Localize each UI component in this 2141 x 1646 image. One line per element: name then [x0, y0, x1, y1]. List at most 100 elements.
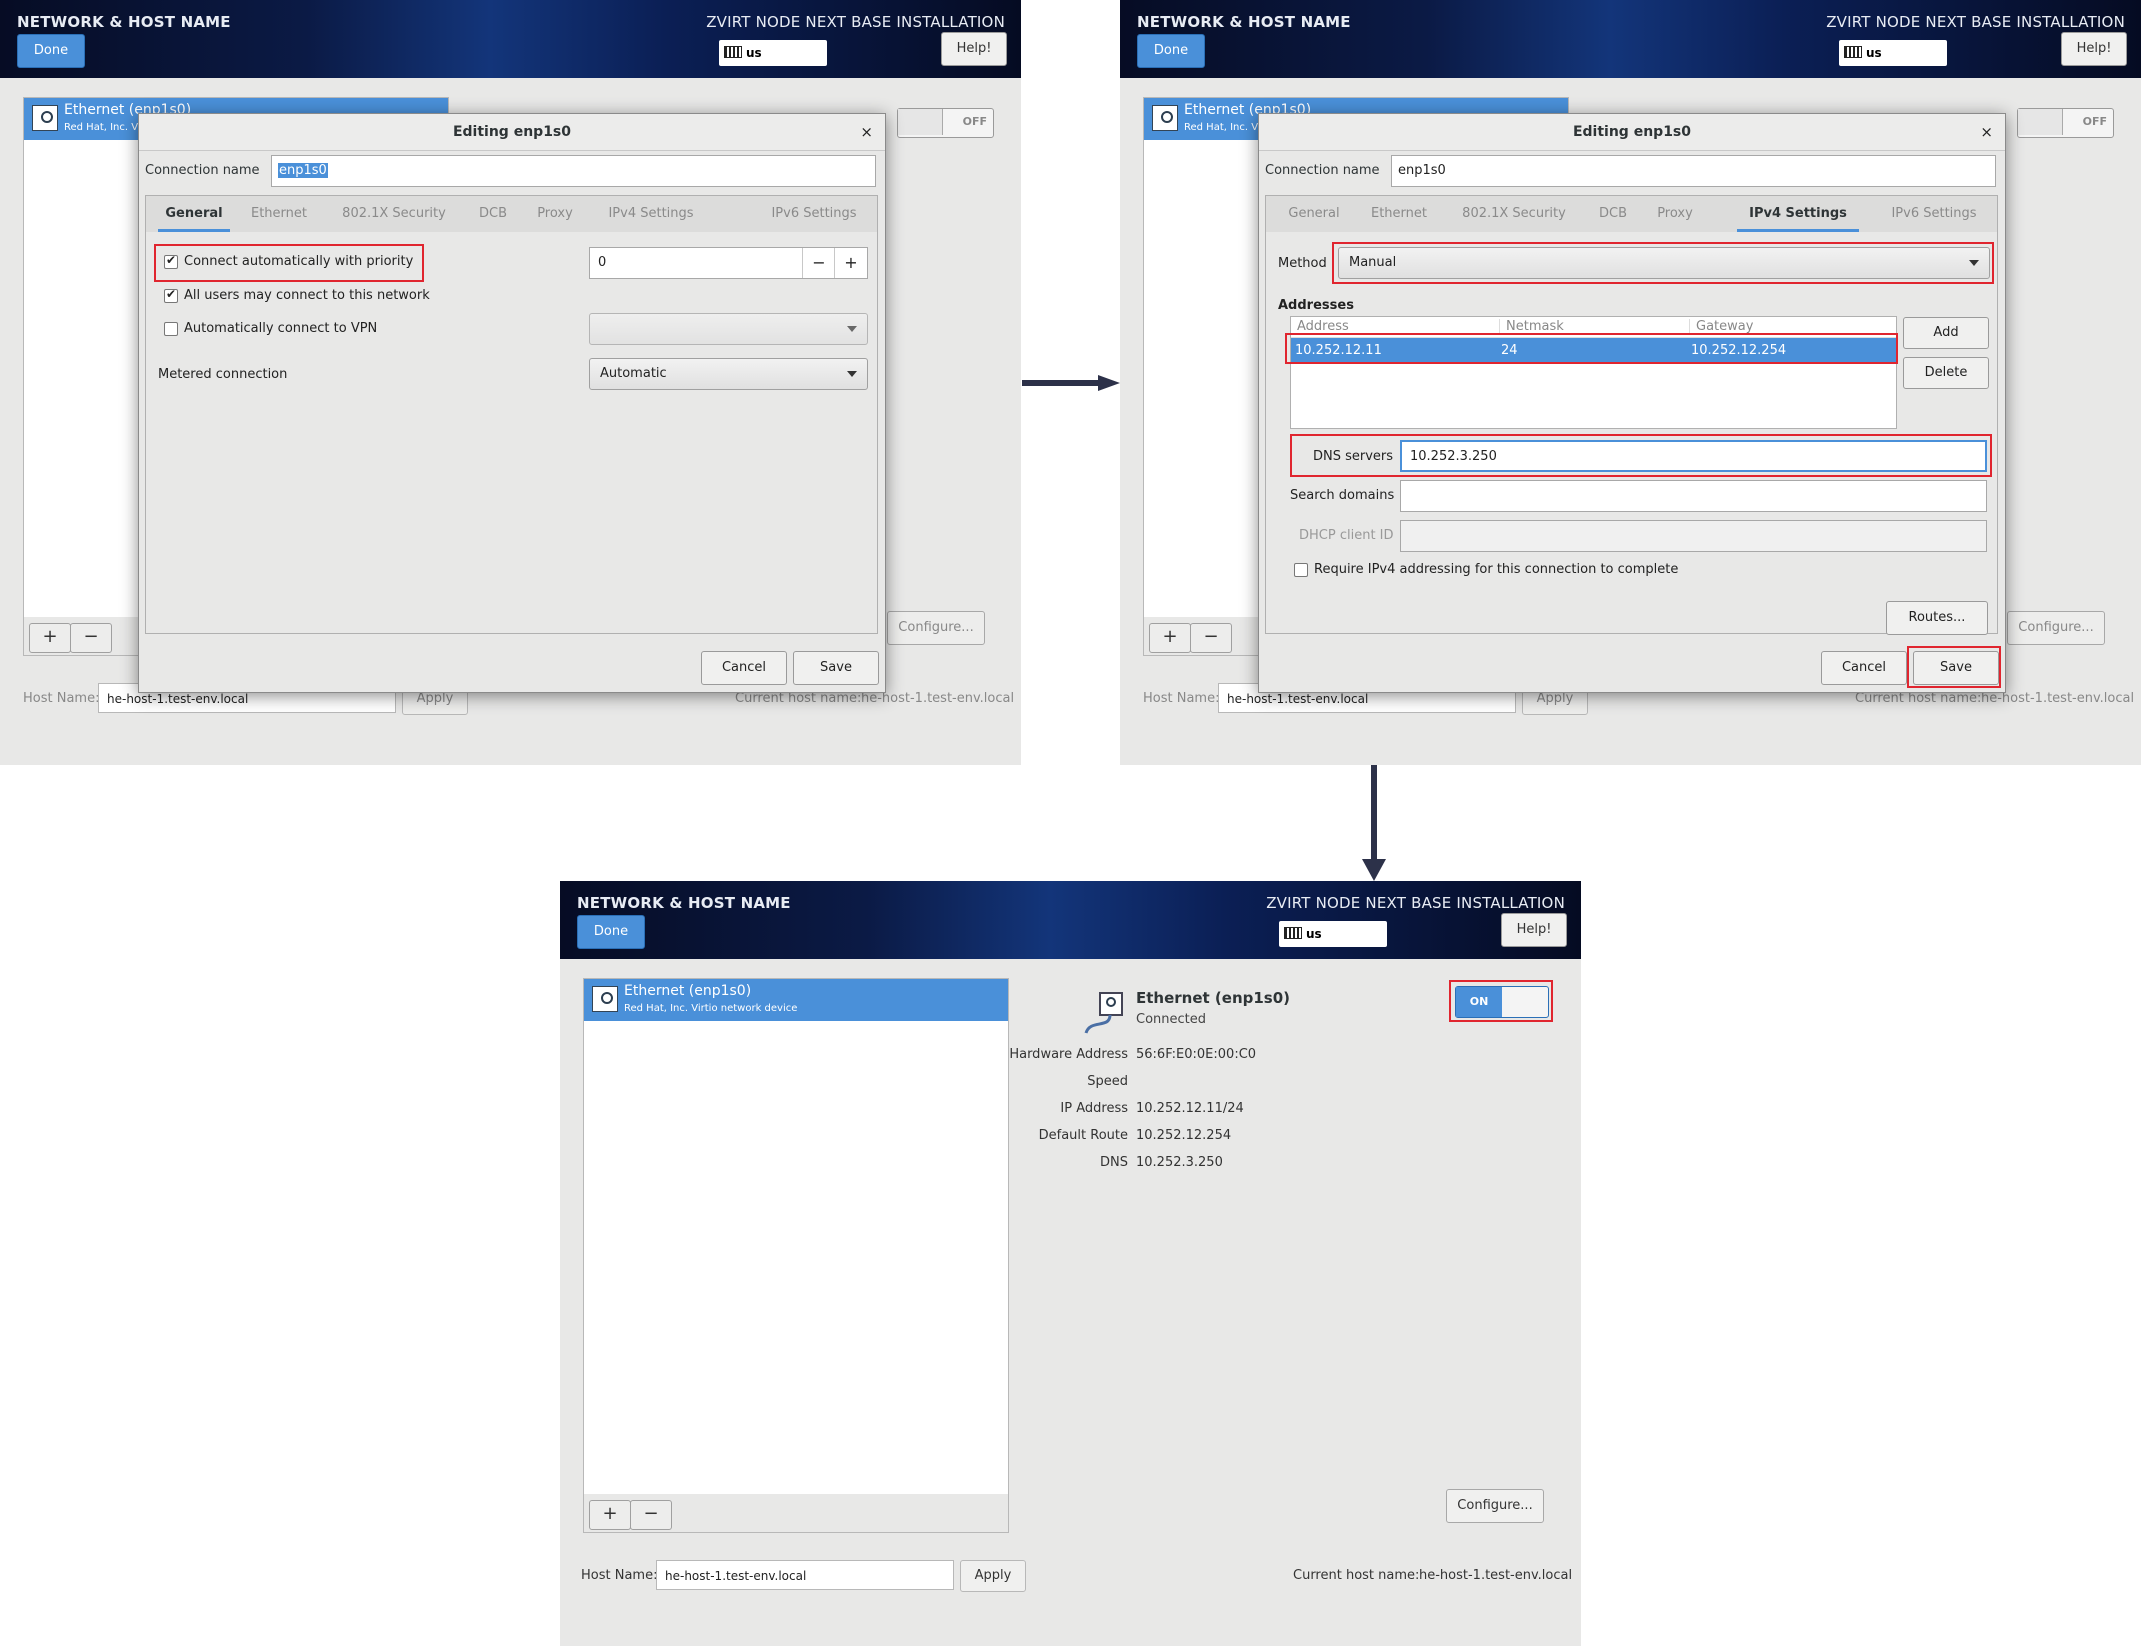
current-host-name-value: he-host-1.test-env.local: [1419, 1568, 1573, 1583]
dhcp-client-id-input[interactable]: [1400, 520, 1987, 552]
done-button[interactable]: Done: [17, 34, 85, 68]
column-header-address: Address: [1297, 319, 1349, 334]
apply-button[interactable]: Apply: [960, 1560, 1026, 1592]
cancel-button[interactable]: Cancel: [701, 651, 787, 685]
auto-vpn-checkbox[interactable]: [164, 322, 178, 336]
search-domains-input[interactable]: [1400, 480, 1987, 512]
page-title: NETWORK & HOST NAME: [17, 13, 231, 31]
configure-button[interactable]: Configure...: [887, 611, 985, 645]
close-icon[interactable]: ×: [1980, 114, 1993, 150]
netmask-cell[interactable]: 24: [1501, 343, 1518, 358]
toggle-label: OFF: [2082, 115, 2107, 128]
settings-tabs: General Ethernet 802.1X Security DCB Pro…: [145, 195, 878, 233]
tab-ipv4-settings[interactable]: IPv4 Settings: [1737, 196, 1859, 232]
tab-proxy[interactable]: Proxy: [1649, 196, 1701, 232]
device-toggle[interactable]: OFF: [897, 108, 994, 138]
connection-name-input[interactable]: enp1s0: [1391, 155, 1996, 187]
gateway-cell[interactable]: 10.252.12.254: [1691, 343, 1786, 358]
host-name-input[interactable]: he-host-1.test-env.local: [656, 1560, 954, 1590]
save-button[interactable]: Save: [793, 651, 879, 685]
tab-8021x-security[interactable]: 802.1X Security: [1449, 196, 1579, 232]
ethernet-cable-icon: [1084, 992, 1123, 1034]
keyboard-layout-indicator[interactable]: us: [719, 40, 827, 66]
require-ipv4-checkbox[interactable]: [1294, 563, 1308, 577]
delete-address-button[interactable]: Delete: [1903, 357, 1989, 389]
vpn-select[interactable]: [589, 313, 868, 345]
auto-connect-checkbox[interactable]: [164, 253, 178, 269]
list-item[interactable]: Ethernet (enp1s0) Red Hat, Inc. Virtio n…: [584, 979, 1008, 1021]
device-toggle[interactable]: OFF: [2017, 108, 2114, 138]
keyboard-icon: [724, 46, 742, 58]
device-toggle[interactable]: ON: [1455, 986, 1549, 1018]
save-button[interactable]: Save: [1913, 651, 1999, 685]
remove-device-button[interactable]: −: [630, 1500, 672, 1530]
device-status: Connected: [1136, 1012, 1207, 1027]
all-users-checkbox[interactable]: [164, 287, 178, 303]
tab-dcb[interactable]: DCB: [471, 196, 515, 232]
tab-ethernet[interactable]: Ethernet: [242, 196, 316, 232]
metered-connection-label: Metered connection: [158, 367, 288, 382]
add-address-button[interactable]: Add: [1903, 317, 1989, 349]
priority-spinner[interactable]: 0 − +: [589, 247, 868, 279]
arrow-down-icon: [1362, 765, 1386, 881]
connection-name-value: enp1s0: [278, 163, 328, 178]
device-description: Red Hat, Inc. V: [64, 122, 139, 133]
address-cell[interactable]: 10.252.12.11: [1295, 343, 1382, 358]
toggle-knob: [2018, 109, 2063, 135]
tab-dcb[interactable]: DCB: [1591, 196, 1635, 232]
add-device-button[interactable]: +: [1149, 623, 1191, 653]
add-device-button[interactable]: +: [589, 1500, 631, 1530]
current-host-name-label: Current host name:: [1855, 691, 1982, 706]
close-icon[interactable]: ×: [860, 114, 873, 150]
add-device-button[interactable]: +: [29, 623, 71, 653]
remove-device-button[interactable]: −: [70, 623, 112, 653]
done-button[interactable]: Done: [1137, 34, 1205, 68]
remove-device-button[interactable]: −: [1190, 623, 1232, 653]
header: NETWORK & HOST NAME ZVIRT NODE NEXT BASE…: [560, 881, 1581, 959]
toggle-label: OFF: [962, 115, 987, 128]
tab-ipv6-settings[interactable]: IPv6 Settings: [758, 196, 870, 232]
priority-decrement-button[interactable]: −: [802, 248, 835, 278]
routes-button[interactable]: Routes...: [1886, 601, 1988, 635]
installer-title: ZVIRT NODE NEXT BASE INSTALLATION: [706, 13, 1005, 31]
host-name-label: Host Name:: [581, 1568, 658, 1583]
auto-vpn-label: Automatically connect to VPN: [184, 321, 378, 336]
search-domains-label: Search domains: [1290, 488, 1395, 503]
method-value: Manual: [1349, 255, 1397, 270]
tab-general[interactable]: General: [1278, 196, 1350, 232]
help-button[interactable]: Help!: [1501, 913, 1567, 947]
chevron-down-icon: [847, 371, 857, 377]
general-tab-body: Connect automatically with priority 0 − …: [145, 232, 878, 634]
tab-general[interactable]: General: [158, 196, 230, 232]
cancel-button[interactable]: Cancel: [1821, 651, 1907, 685]
arrow-right-icon: [1022, 375, 1120, 391]
configure-button[interactable]: Configure...: [2007, 611, 2105, 645]
current-host-name-value: he-host-1.test-env.local: [1981, 691, 2135, 706]
dns-value: 10.252.3.250: [1136, 1155, 1223, 1170]
keyboard-layout-indicator[interactable]: us: [1839, 40, 1947, 66]
dialog-title: Editing enp1s0: [139, 114, 885, 151]
help-button[interactable]: Help!: [941, 32, 1007, 66]
metered-connection-value: Automatic: [600, 366, 667, 381]
keyboard-layout-indicator[interactable]: us: [1279, 921, 1387, 947]
tab-ethernet[interactable]: Ethernet: [1362, 196, 1436, 232]
tab-proxy[interactable]: Proxy: [529, 196, 581, 232]
tab-ipv6-settings[interactable]: IPv6 Settings: [1878, 196, 1990, 232]
device-description: Red Hat, Inc. Virtio network device: [624, 1003, 798, 1014]
connection-name-input[interactable]: enp1s0: [271, 155, 876, 187]
metered-connection-select[interactable]: Automatic: [589, 358, 868, 390]
method-select[interactable]: Manual: [1338, 247, 1990, 279]
panel-general-settings: NETWORK & HOST NAME ZVIRT NODE NEXT BASE…: [0, 0, 1021, 765]
addresses-heading: Addresses: [1278, 298, 1354, 313]
device-detail-name: Ethernet (enp1s0): [1136, 989, 1291, 1007]
host-name-label: Host Name:: [23, 691, 100, 706]
configure-button[interactable]: Configure...: [1446, 1489, 1544, 1523]
table-row[interactable]: 10.252.12.11 24 10.252.12.254: [1291, 338, 1896, 364]
tab-8021x-security[interactable]: 802.1X Security: [329, 196, 459, 232]
done-button[interactable]: Done: [577, 915, 645, 949]
help-button[interactable]: Help!: [2061, 32, 2127, 66]
dns-servers-input[interactable]: 10.252.3.250: [1400, 440, 1987, 472]
tab-ipv4-settings[interactable]: IPv4 Settings: [596, 196, 706, 232]
method-label: Method: [1278, 256, 1327, 271]
priority-increment-button[interactable]: +: [834, 248, 867, 278]
